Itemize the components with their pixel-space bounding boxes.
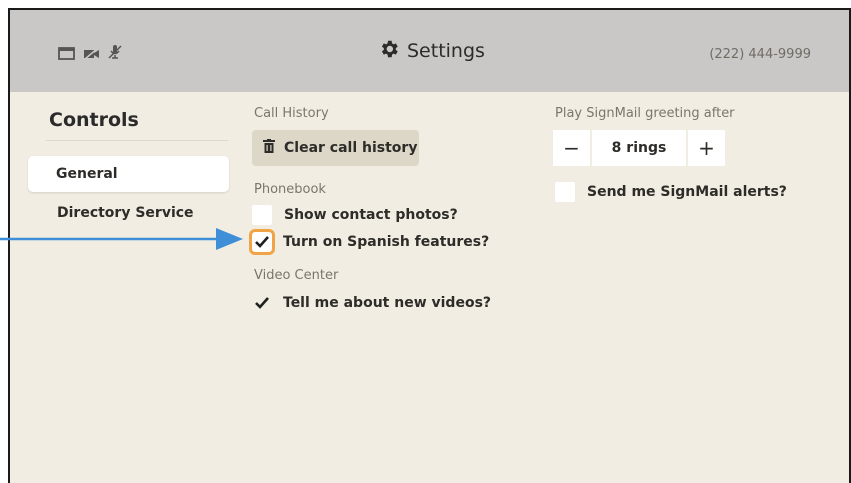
mic-off-icon xyxy=(108,44,122,64)
clear-call-history-label: Clear call history xyxy=(284,140,418,156)
top-bar: Settings (222) 444-9999 xyxy=(10,10,851,92)
new-videos-label: Tell me about new videos? xyxy=(283,295,492,311)
trash-icon xyxy=(263,139,275,157)
spanish-features-row[interactable]: Turn on Spanish features? xyxy=(249,229,490,255)
show-contact-photos-checkbox[interactable] xyxy=(252,205,272,225)
spanish-features-label: Turn on Spanish features? xyxy=(283,234,490,250)
status-icons xyxy=(58,44,122,64)
signmail-greeting-label: Play SignMail greeting after xyxy=(555,106,735,121)
annotation-arrow-icon xyxy=(0,228,243,250)
gear-icon xyxy=(378,38,400,64)
sidebar-divider xyxy=(46,140,228,141)
show-contact-photos-label: Show contact photos? xyxy=(284,207,458,223)
signmail-alerts-row[interactable]: Send me SignMail alerts? xyxy=(555,182,787,202)
signmail-alerts-label: Send me SignMail alerts? xyxy=(587,184,787,200)
checkmark-icon xyxy=(255,297,269,309)
sidebar-item-directory-service[interactable]: Directory Service xyxy=(57,205,194,221)
checkmark-icon xyxy=(255,236,269,248)
clear-call-history-button[interactable]: Clear call history xyxy=(252,130,419,166)
sidebar-item-general[interactable]: General xyxy=(28,156,229,192)
video-off-icon xyxy=(83,45,100,64)
call-history-label: Call History xyxy=(254,106,329,121)
sidebar-title: Controls xyxy=(49,109,139,131)
video-center-label: Video Center xyxy=(254,268,339,283)
new-videos-row[interactable]: Tell me about new videos? xyxy=(252,293,491,313)
spanish-features-checkbox[interactable] xyxy=(249,229,275,255)
phone-number: (222) 444-9999 xyxy=(709,47,811,62)
page-title-group: Settings xyxy=(378,38,485,64)
new-videos-checkbox[interactable] xyxy=(252,293,272,313)
rings-stepper: − 8 rings + xyxy=(553,130,725,166)
rings-value: 8 rings xyxy=(592,130,686,166)
screen-icon xyxy=(58,45,75,64)
increment-button[interactable]: + xyxy=(688,130,725,166)
decrement-button[interactable]: − xyxy=(553,130,590,166)
phonebook-label: Phonebook xyxy=(254,182,326,197)
signmail-alerts-checkbox[interactable] xyxy=(555,182,575,202)
show-contact-photos-row[interactable]: Show contact photos? xyxy=(252,205,458,225)
page-title: Settings xyxy=(407,40,485,62)
